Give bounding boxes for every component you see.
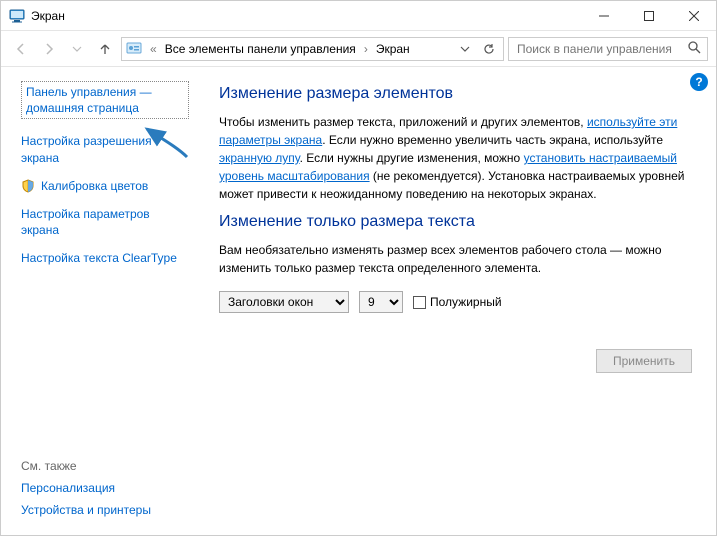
- font-size-select[interactable]: 9: [359, 291, 403, 313]
- text-size-controls: Заголовки окон 9 Полужирный: [219, 291, 692, 313]
- back-button[interactable]: [9, 37, 33, 61]
- chevron-right-icon: ›: [360, 42, 372, 56]
- bold-checkbox-row[interactable]: Полужирный: [413, 295, 502, 309]
- navbar: « Все элементы панели управления › Экран: [1, 31, 716, 67]
- sidebar-item-resolution[interactable]: Настройка разрешения экрана: [21, 133, 189, 165]
- sidebar-item-display-settings[interactable]: Настройка параметров экрана: [21, 206, 189, 238]
- recent-dropdown[interactable]: [65, 37, 89, 61]
- sidebar-item-label: Настройка текста ClearType: [21, 250, 177, 266]
- display-app-icon: [9, 8, 25, 24]
- forward-button[interactable]: [37, 37, 61, 61]
- control-panel-home-link[interactable]: Панель управления — домашняя страница: [21, 81, 189, 119]
- sidebar-item-label: Настройка разрешения экрана: [21, 133, 189, 165]
- shield-icon: [21, 179, 35, 193]
- close-button[interactable]: [671, 1, 716, 31]
- sidebar-item-label: Настройка параметров экрана: [21, 206, 189, 238]
- titlebar: Экран: [1, 1, 716, 31]
- link-magnifier[interactable]: экранную лупу: [219, 151, 300, 165]
- address-box[interactable]: « Все элементы панели управления › Экран: [121, 37, 504, 61]
- breadcrumb-root[interactable]: Все элементы панели управления: [165, 42, 356, 56]
- paragraph-text-only-info: Вам необязательно изменять размер всех э…: [219, 241, 692, 277]
- paragraph-resize-info: Чтобы изменить размер текста, приложений…: [219, 113, 692, 203]
- chevron-right-icon: «: [146, 42, 161, 56]
- bold-label: Полужирный: [430, 295, 502, 309]
- search-input[interactable]: [515, 41, 682, 57]
- sidebar-item-color-calibration[interactable]: Калибровка цветов: [21, 178, 189, 194]
- refresh-button[interactable]: [479, 38, 499, 60]
- sidebar-item-cleartype[interactable]: Настройка текста ClearType: [21, 250, 189, 266]
- element-select[interactable]: Заголовки окон: [219, 291, 349, 313]
- up-button[interactable]: [93, 37, 117, 61]
- see-also-personalization[interactable]: Персонализация: [21, 481, 115, 495]
- main-content: ? Изменение размера элементов Чтобы изме…: [201, 67, 716, 535]
- sidebar-item-label: Калибровка цветов: [41, 178, 148, 194]
- see-also-heading: См. также: [21, 459, 189, 473]
- maximize-button[interactable]: [626, 1, 671, 31]
- bold-checkbox[interactable]: [413, 296, 426, 309]
- control-panel-icon: [126, 41, 142, 57]
- help-button[interactable]: ?: [690, 73, 708, 91]
- minimize-button[interactable]: [581, 1, 626, 31]
- search-box[interactable]: [508, 37, 708, 61]
- see-also-devices-printers[interactable]: Устройства и принтеры: [21, 503, 151, 517]
- apply-button[interactable]: Применить: [596, 349, 692, 373]
- address-history-dropdown[interactable]: [455, 38, 475, 60]
- breadcrumb-current[interactable]: Экран: [376, 42, 410, 56]
- search-icon[interactable]: [688, 41, 701, 57]
- sidebar: Панель управления — домашняя страница На…: [1, 67, 201, 535]
- heading-text-only: Изменение только размера текста: [219, 213, 692, 231]
- window-title: Экран: [31, 9, 65, 23]
- heading-resize-elements: Изменение размера элементов: [219, 85, 692, 103]
